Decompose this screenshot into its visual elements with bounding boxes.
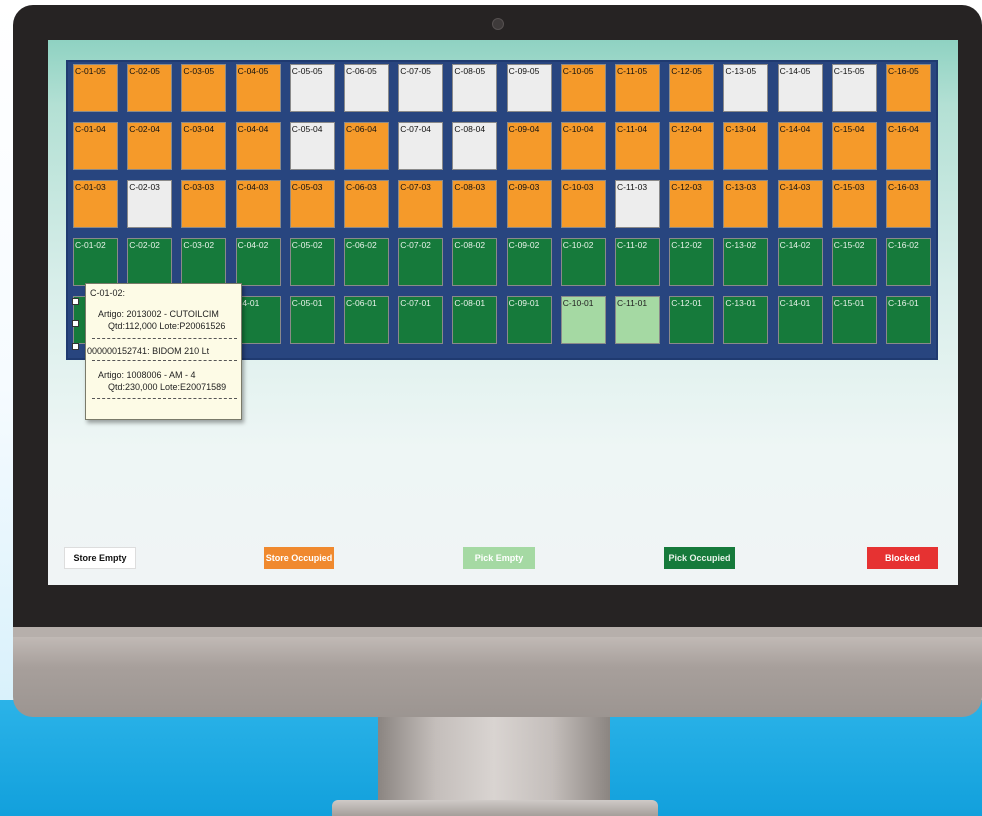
rack-cell[interactable]: C-02-02 xyxy=(127,238,173,286)
rack-cell[interactable]: C-13-04 xyxy=(723,122,769,170)
rack-cell[interactable]: C-11-03 xyxy=(615,180,660,228)
rack-cell[interactable]: C-04-04 xyxy=(235,122,281,170)
rack-cell[interactable]: C-16-01 xyxy=(886,296,931,344)
tooltip-item-qty: Qtd:112,000 Lote:P20061526 xyxy=(108,321,226,331)
rack-cell[interactable]: C-12-03 xyxy=(669,180,715,228)
rack-cell[interactable]: C-04-05 xyxy=(235,64,281,112)
rack-cell[interactable]: C-02-04 xyxy=(127,122,173,170)
rack-cell[interactable]: C-02-05 xyxy=(127,64,173,112)
rack-cell[interactable]: C-10-04 xyxy=(560,122,606,170)
legend-blocked: Blocked xyxy=(867,547,938,569)
rack-cell[interactable]: C-01-04 xyxy=(73,122,118,170)
rack-cell[interactable]: C-11-02 xyxy=(615,238,660,286)
rack-cell[interactable]: C-03-03 xyxy=(181,180,227,228)
rack-cell[interactable]: C-06-04 xyxy=(344,122,389,170)
rack-cell[interactable]: C-05-01 xyxy=(289,296,335,344)
rack-cell[interactable]: C-09-02 xyxy=(506,238,552,286)
rack-cell[interactable]: C-16-03 xyxy=(886,180,931,228)
rack-cell[interactable]: C-01-05 xyxy=(73,64,118,112)
legend-store-occupied: Store Occupied xyxy=(264,547,334,569)
rack-cell[interactable]: C-16-02 xyxy=(886,238,931,286)
rack-cell[interactable]: C-04-02 xyxy=(235,238,281,286)
rack-cell[interactable]: C-09-03 xyxy=(506,180,552,228)
tooltip-item-article: Artigo: 2013002 - CUTOILCIM xyxy=(98,309,219,319)
rack-cell[interactable]: C-06-05 xyxy=(344,64,389,112)
rack-cell[interactable]: C-13-05 xyxy=(723,64,769,112)
tooltip-item-article: Artigo: 1008006 - AM - 4 xyxy=(98,370,196,380)
rack-cell[interactable]: C-10-01 xyxy=(560,296,606,344)
rack-cell[interactable]: C-09-05 xyxy=(506,64,552,112)
rack-cell[interactable]: C-06-03 xyxy=(344,180,389,228)
location-tooltip: C-01-02: Artigo: 2013002 - CUTOILCIM Qtd… xyxy=(85,283,242,420)
tooltip-container: 000000152741: BIDOM 210 Lt xyxy=(87,346,210,356)
rack-cell[interactable]: C-08-05 xyxy=(452,64,498,112)
rack-cell[interactable]: C-08-03 xyxy=(452,180,498,228)
rack-cell[interactable]: C-05-05 xyxy=(289,64,335,112)
legend-pick-occupied: Pick Occupied xyxy=(664,547,735,569)
rack-cell[interactable]: C-03-05 xyxy=(181,64,227,112)
rack-cell[interactable]: C-10-05 xyxy=(560,64,606,112)
rack-cell[interactable]: C-04-03 xyxy=(235,180,281,228)
tooltip-title: C-01-02: xyxy=(90,288,126,298)
monitor-chin xyxy=(13,627,982,717)
rack-cell[interactable]: C-15-01 xyxy=(831,296,877,344)
rack-cell[interactable]: C-13-03 xyxy=(723,180,769,228)
rack-cell[interactable]: C-05-04 xyxy=(289,122,335,170)
rack-cell[interactable]: C-03-02 xyxy=(181,238,227,286)
rack-cell[interactable]: C-15-03 xyxy=(831,180,877,228)
monitor-stand xyxy=(378,717,610,803)
rack-cell[interactable]: C-07-02 xyxy=(398,238,444,286)
camera-icon xyxy=(492,18,504,30)
rack-cell[interactable]: C-06-02 xyxy=(344,238,389,286)
rack-cell[interactable]: C-12-05 xyxy=(669,64,715,112)
rack-cell[interactable]: C-14-01 xyxy=(777,296,823,344)
rack-cell[interactable]: C-16-05 xyxy=(886,64,931,112)
rack-cell[interactable]: C-06-01 xyxy=(344,296,389,344)
rack-cell[interactable]: C-12-04 xyxy=(669,122,715,170)
rack-cell[interactable]: C-05-02 xyxy=(289,238,335,286)
rack-cell[interactable]: C-11-01 xyxy=(615,296,660,344)
rack-cell[interactable]: C-02-03 xyxy=(127,180,173,228)
rack-cell[interactable]: C-16-04 xyxy=(886,122,931,170)
tooltip-item-qty: Qtd:230,000 Lote:E20071589 xyxy=(108,382,227,392)
rack-cell[interactable]: C-10-03 xyxy=(560,180,606,228)
legend-store-empty: Store Empty xyxy=(64,547,136,569)
rack-cell[interactable]: C-12-01 xyxy=(669,296,715,344)
rack-cell[interactable]: C-09-01 xyxy=(506,296,552,344)
rack-cell[interactable]: C-07-05 xyxy=(398,64,444,112)
rack-cell[interactable]: C-15-04 xyxy=(831,122,877,170)
rack-cell[interactable]: C-14-03 xyxy=(777,180,823,228)
selection-handle[interactable] xyxy=(72,298,79,305)
rack-cell[interactable]: C-13-01 xyxy=(723,296,769,344)
rack-cell[interactable]: C-14-04 xyxy=(777,122,823,170)
selection-handle[interactable] xyxy=(72,343,79,350)
monitor-stand-base xyxy=(332,800,658,816)
rack-cell[interactable]: C-14-02 xyxy=(777,238,823,286)
rack-cell[interactable]: C-01-02 xyxy=(73,238,118,286)
rack-cell[interactable]: C-08-02 xyxy=(452,238,498,286)
rack-cell[interactable]: C-09-04 xyxy=(506,122,552,170)
tooltip-separator xyxy=(92,338,237,339)
rack-cell[interactable]: C-10-02 xyxy=(560,238,606,286)
rack-cell[interactable]: C-07-01 xyxy=(398,296,444,344)
legend-pick-empty: Pick Empty xyxy=(463,547,535,569)
rack-cell[interactable]: C-05-03 xyxy=(289,180,335,228)
rack-cell[interactable]: C-11-04 xyxy=(615,122,660,170)
rack-cell[interactable]: C-08-01 xyxy=(452,296,498,344)
rack-cell[interactable]: C-01-03 xyxy=(73,180,118,228)
rack-cell[interactable]: C-11-05 xyxy=(615,64,660,112)
rack-cell[interactable]: 04-01 xyxy=(235,296,281,344)
rack-cell[interactable]: C-15-05 xyxy=(831,64,877,112)
rack-cell[interactable]: C-14-05 xyxy=(777,64,823,112)
tooltip-separator xyxy=(92,398,237,399)
rack-cell[interactable]: C-08-04 xyxy=(452,122,498,170)
rack-cell[interactable]: C-03-04 xyxy=(181,122,227,170)
rack-cell[interactable]: C-07-03 xyxy=(398,180,444,228)
rack-cell[interactable]: C-07-04 xyxy=(398,122,444,170)
rack-cell[interactable]: C-13-02 xyxy=(723,238,769,286)
selection-handle[interactable] xyxy=(72,320,79,327)
rack-cell[interactable]: C-15-02 xyxy=(831,238,877,286)
rack-cell[interactable]: C-12-02 xyxy=(669,238,715,286)
tooltip-separator xyxy=(92,360,237,361)
